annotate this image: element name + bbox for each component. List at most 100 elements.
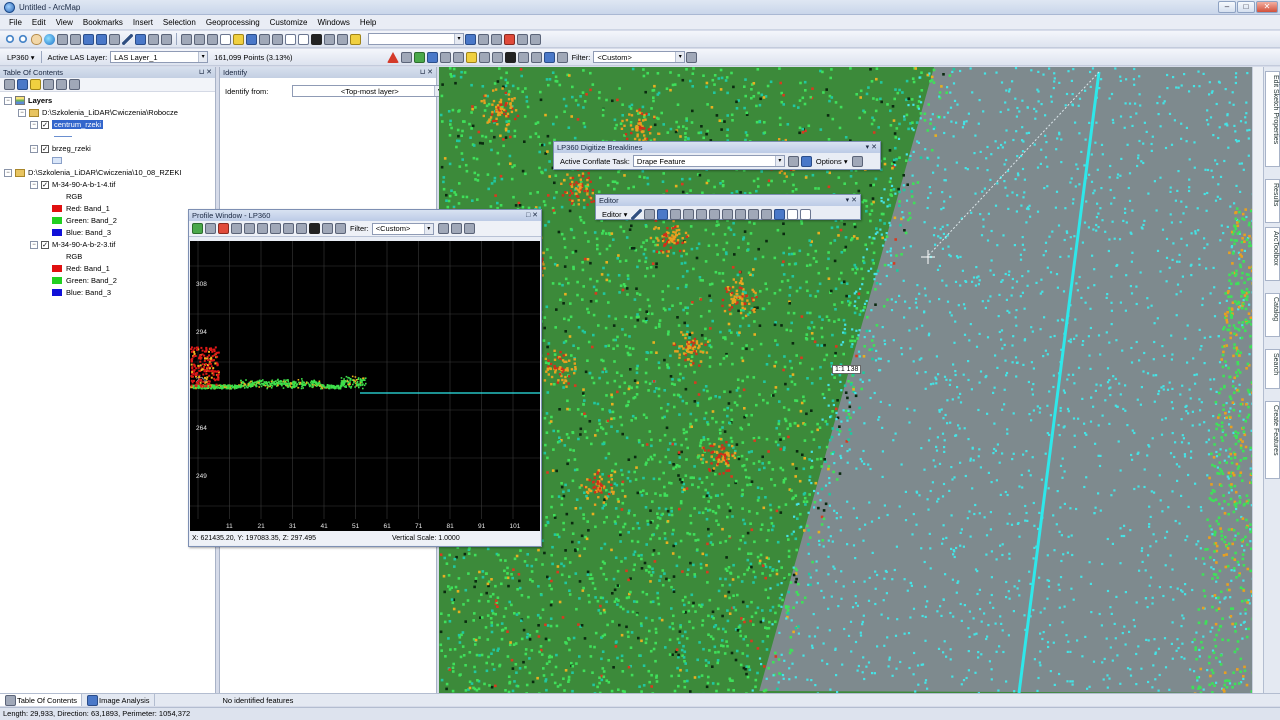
point-icon[interactable] (696, 208, 708, 220)
model-builder-icon[interactable] (530, 33, 541, 45)
profile-grid-icon[interactable] (231, 223, 242, 234)
end-point-arc-icon[interactable] (670, 208, 682, 220)
profile-plot[interactable]: 308294279264249112131415161718191101 (190, 241, 540, 531)
line-symbol[interactable] (54, 136, 72, 137)
warning-triangle-icon[interactable] (386, 51, 399, 63)
lp360-tool-icon[interactable] (504, 51, 516, 63)
tree-row-group2[interactable]: − D:\Szkolenia_LiDAR\Cwiczenia\10_08_RZE… (4, 167, 181, 178)
tab-image-analysis[interactable]: Image Analysis (82, 694, 155, 706)
lp360-tool-icon[interactable] (543, 51, 555, 63)
conflate-task-dropdown[interactable]: Drape Feature ▾ (632, 155, 785, 167)
list-by-selection-icon[interactable] (43, 79, 54, 90)
zoom-in-icon[interactable] (5, 33, 16, 45)
lp360-tool-icon[interactable] (530, 51, 542, 63)
profile-titlebar[interactable]: Profile Window - LP360 □ ✕ (189, 210, 541, 221)
edit-annotation-icon[interactable] (644, 208, 656, 220)
hyperlink-icon[interactable] (194, 33, 205, 45)
options-button[interactable]: Options ▾ (816, 157, 848, 166)
profile-tool-icon[interactable] (437, 223, 449, 234)
profile-tool-icon[interactable] (463, 223, 475, 234)
new-document-icon[interactable] (220, 33, 231, 45)
tree-row-centrum-rzeki[interactable]: − ✓ centrum_rzeki (30, 119, 104, 130)
arctoolbox-icon[interactable] (504, 33, 515, 45)
lp360-tool-icon[interactable] (478, 51, 490, 63)
close-button[interactable]: ✕ (1256, 1, 1278, 13)
full-extent-icon[interactable] (44, 33, 55, 45)
layer-name-selected[interactable]: centrum_rzeki (52, 120, 104, 129)
save-icon[interactable] (246, 33, 257, 45)
layer-name[interactable]: M-34-90-A-b-2-3.tif (52, 240, 115, 249)
sketch-properties-icon[interactable] (787, 208, 799, 220)
list-by-source-icon[interactable] (17, 79, 28, 90)
editor-toolbar-icon[interactable] (465, 33, 476, 45)
profile-pan-icon[interactable] (257, 223, 268, 234)
collapse-icon[interactable]: − (30, 144, 38, 153)
tab-table-of-contents[interactable]: Table Of Contents (0, 694, 83, 706)
pin-icon[interactable]: ⊔ (420, 69, 425, 76)
filter-dropdown[interactable]: <Custom> ▾ (593, 51, 686, 63)
polygon-symbol[interactable] (52, 157, 62, 164)
edit-vertices-icon[interactable] (709, 208, 721, 220)
menu-help[interactable]: Help (355, 18, 381, 27)
menu-file[interactable]: File (4, 18, 27, 27)
delete-icon[interactable] (311, 33, 322, 45)
layer-visibility-checkbox[interactable]: ✓ (41, 180, 49, 189)
measure-icon[interactable] (181, 33, 192, 45)
layer-visibility-checkbox[interactable]: ✓ (41, 240, 49, 249)
select-features-icon[interactable] (122, 33, 133, 45)
profile-zoom-icon[interactable] (244, 223, 255, 234)
tree-row-group1[interactable]: − D:\Szkolenia_LiDAR\Cwiczenia\Robocze (18, 107, 178, 118)
list-by-visibility-icon[interactable] (30, 79, 41, 90)
add-data-icon[interactable] (350, 33, 361, 45)
pin-icon[interactable]: ⊔ (199, 69, 204, 76)
copy-icon[interactable] (285, 33, 296, 45)
catalog-window-icon[interactable] (491, 33, 502, 45)
lp360-profile-icon[interactable] (439, 51, 451, 63)
print-icon[interactable] (259, 33, 270, 45)
draw-breakline-icon[interactable] (800, 155, 812, 167)
time-slider-icon[interactable] (207, 33, 218, 45)
tree-row-brzeg-rzeki[interactable]: − ✓ brzeg_rzeki (30, 143, 91, 154)
identify-from-dropdown[interactable]: <Top-most layer>▾ (292, 85, 445, 97)
menu-geoprocessing[interactable]: Geoprocessing (201, 18, 265, 27)
tool-icon[interactable] (851, 155, 863, 167)
close-icon[interactable]: ✕ (206, 69, 212, 76)
undo-icon[interactable] (324, 33, 335, 45)
menu-edit[interactable]: Edit (27, 18, 51, 27)
table-of-contents-icon[interactable] (478, 33, 489, 45)
menu-selection[interactable]: Selection (158, 18, 201, 27)
lp360-menu[interactable]: LP360 ▾ (7, 53, 35, 62)
html-popup-icon[interactable] (161, 33, 172, 45)
dock-tab-search[interactable]: Search (1265, 349, 1280, 389)
lp360-tool-icon[interactable] (400, 51, 412, 63)
layer-visibility-checkbox[interactable]: ✓ (41, 144, 49, 153)
profile-tool-icon[interactable] (322, 223, 333, 234)
map-vertical-scrollbar[interactable] (1252, 67, 1263, 693)
profile-dropdown-icon[interactable] (205, 223, 216, 234)
dock-tab-catalog[interactable]: Catalog (1265, 293, 1280, 337)
close-icon[interactable]: ▾ ✕ (866, 142, 877, 153)
profile-tool-icon[interactable] (335, 223, 346, 234)
zoom-out-icon[interactable] (18, 33, 29, 45)
dock-tab-edit-sketch[interactable]: Edit Sketch Properties (1265, 71, 1280, 167)
cut-polygons-icon[interactable] (735, 208, 747, 220)
layer-name[interactable]: M-34-90-A-b-1-4.tif (52, 180, 115, 189)
editor-menu[interactable]: Editor ▾ (602, 210, 627, 219)
dock-tab-results[interactable]: Results (1265, 179, 1280, 223)
profile-filter-dropdown[interactable]: <Custom> ▾ (371, 222, 434, 235)
python-window-icon[interactable] (517, 33, 528, 45)
find-icon[interactable] (148, 33, 159, 45)
fixed-zoom-out-icon[interactable] (70, 33, 81, 45)
collapse-icon[interactable]: − (30, 240, 38, 249)
edit-tool-icon[interactable] (631, 208, 643, 220)
collapse-icon[interactable]: − (30, 120, 38, 129)
attributes-icon[interactable] (774, 208, 786, 220)
cut-icon[interactable] (272, 33, 283, 45)
layer-name[interactable]: brzeg_rzeki (52, 144, 91, 153)
lp360-tool-icon[interactable] (517, 51, 529, 63)
close-icon[interactable]: □ ✕ (526, 210, 538, 221)
lp360-tool-icon[interactable] (556, 51, 568, 63)
toc-options-icon[interactable] (69, 79, 80, 90)
menu-view[interactable]: View (51, 18, 78, 27)
fixed-zoom-in-icon[interactable] (57, 33, 68, 45)
